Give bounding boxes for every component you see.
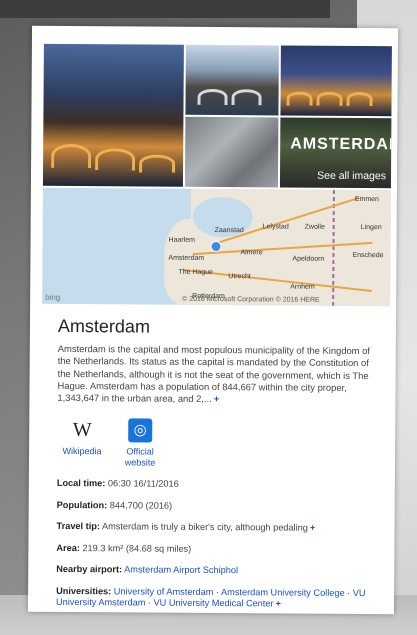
fact-value: 844,700 (2016) bbox=[109, 499, 173, 511]
knowledge-panel: AMSTERDAM See all images Emmen Lingen Zw… bbox=[27, 25, 399, 615]
bridge-arch bbox=[231, 89, 262, 106]
bridge-arch bbox=[197, 88, 228, 106]
fact-area: Area: 219.3 km² (84.68 sq miles) bbox=[56, 542, 376, 556]
expand-travel-tip-button[interactable]: + bbox=[310, 523, 315, 533]
map-city-label: The Hague bbox=[178, 268, 213, 276]
image-amsterdam-letters[interactable]: AMSTERDAM See all images bbox=[279, 117, 392, 189]
fact-value: 06:30 16/11/2016 bbox=[107, 478, 179, 489]
image-canal-bridge[interactable] bbox=[42, 43, 184, 187]
entity-title: Amsterdam bbox=[57, 315, 151, 337]
official-website-label: Official website bbox=[124, 446, 156, 468]
map-city-label: Zaanstad bbox=[214, 227, 244, 235]
entity-links: W Wikipedia ◎ Official website bbox=[57, 418, 257, 469]
map-city-label: Lingen bbox=[360, 224, 382, 232]
map-city-label: Lelystad bbox=[262, 223, 289, 231]
wikipedia-icon: W bbox=[72, 419, 92, 442]
fact-nearby-airport: Nearby airport: Amsterdam Airport Schiph… bbox=[56, 564, 376, 578]
map[interactable]: Emmen Lingen Zwolle Lelystad Zaanstad Ha… bbox=[42, 187, 391, 307]
fact-local-time: Local time: 06:30 16/11/2016 bbox=[57, 478, 377, 492]
image-canal-houses[interactable] bbox=[185, 44, 279, 116]
bridge-lights bbox=[51, 143, 92, 169]
wikipedia-link[interactable]: W Wikipedia bbox=[57, 418, 107, 457]
bridge-lights bbox=[286, 91, 313, 106]
fact-travel-tip: Travel tip: Amsterdam is truly a biker's… bbox=[57, 521, 377, 535]
university-link[interactable]: VU University Medical Center bbox=[154, 598, 274, 609]
expand-description-button[interactable]: + bbox=[214, 393, 220, 404]
image-grid: AMSTERDAM See all images bbox=[42, 43, 392, 189]
map-city-label: Zwolle bbox=[304, 223, 325, 231]
map-city-label: Amsterdam bbox=[168, 254, 205, 262]
wikipedia-label: Wikipedia bbox=[62, 445, 102, 457]
fact-label: Universities: bbox=[56, 585, 112, 596]
fact-universities: Universities: University of Amsterdam · … bbox=[55, 585, 366, 609]
university-link[interactable]: University of Amsterdam bbox=[114, 586, 214, 597]
map-city-label: Enschede bbox=[352, 251, 384, 260]
fact-value: 219.3 km² (84.68 sq miles) bbox=[82, 542, 192, 554]
amsterdam-letters: AMSTERDAM bbox=[290, 135, 392, 154]
background-strip bbox=[0, 0, 330, 18]
see-all-images-link[interactable]: See all images bbox=[317, 170, 386, 182]
map-attribution: © 2016 Microsoft Corporation © 2016 HERE bbox=[182, 295, 320, 304]
entity-description: Amsterdam is the capital and most populo… bbox=[57, 343, 377, 407]
fact-value: Amsterdam is truly a biker's city, altho… bbox=[101, 521, 308, 533]
image-aerial-view[interactable] bbox=[184, 116, 279, 188]
facts-list: Local time: 06:30 16/11/2016 Population:… bbox=[56, 478, 377, 614]
bridge-lights bbox=[139, 154, 176, 173]
bridge-lights bbox=[95, 148, 136, 171]
university-link[interactable]: Amsterdam University College bbox=[221, 587, 345, 598]
map-city-label: Apeldoorn bbox=[292, 255, 325, 263]
airport-link[interactable]: Amsterdam Airport Schiphol bbox=[124, 564, 238, 575]
official-website-link[interactable]: ◎ Official website bbox=[115, 418, 165, 468]
fact-label: Local time: bbox=[56, 477, 106, 489]
bing-logo: bing bbox=[45, 292, 61, 302]
bridge-lights bbox=[316, 91, 343, 106]
location-pin-icon bbox=[210, 240, 222, 253]
fact-label: Area: bbox=[56, 542, 80, 553]
map-city-label: Emmen bbox=[354, 195, 379, 204]
map-city-label: Arnhem bbox=[290, 283, 315, 291]
fact-label: Travel tip: bbox=[56, 520, 100, 532]
expand-universities-button[interactable]: + bbox=[276, 598, 281, 608]
map-city-label: Haarlem bbox=[168, 236, 196, 244]
bridge-lights bbox=[346, 91, 373, 107]
map-city-label: Almere bbox=[240, 249, 263, 257]
map-city-label: Utrecht bbox=[228, 273, 251, 281]
fact-population: Population: 844,700 (2016) bbox=[57, 499, 377, 513]
fact-label: Population: bbox=[56, 499, 108, 510]
globe-icon: ◎ bbox=[128, 418, 153, 443]
image-night-bridges[interactable] bbox=[280, 45, 392, 117]
fact-label: Nearby airport: bbox=[56, 563, 123, 575]
